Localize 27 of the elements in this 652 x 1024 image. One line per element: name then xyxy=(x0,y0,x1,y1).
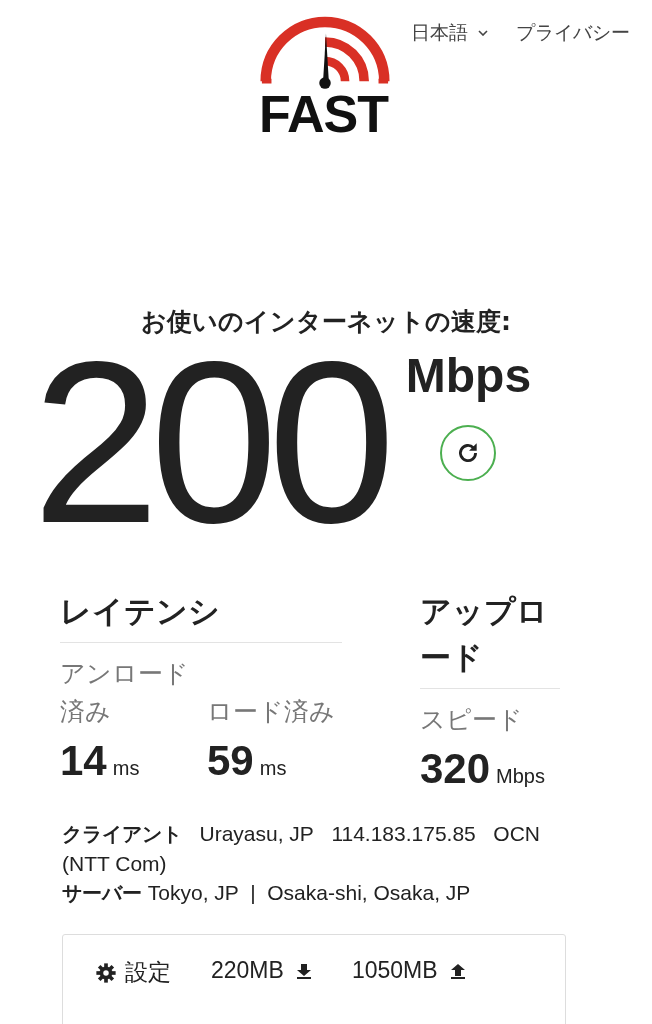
metric-label: ロード済み xyxy=(207,696,336,728)
metric-unit: ms xyxy=(112,757,140,780)
settings-button[interactable]: 設定 xyxy=(95,957,171,988)
speedometer-icon xyxy=(260,16,390,89)
metric-unit: Mbps xyxy=(496,765,545,788)
download-icon xyxy=(295,961,312,980)
metric-value: 14 xyxy=(60,737,107,785)
server-info: サーバー Tokyo, JP | Osaka-shi, Osaka, JP xyxy=(62,880,472,907)
logo-text: FAST xyxy=(259,88,388,140)
speed-unit: Mbps xyxy=(405,348,532,403)
gear-icon xyxy=(95,961,117,984)
caret-icon xyxy=(478,30,488,36)
metric-label: スピード xyxy=(420,704,524,736)
upload-icon xyxy=(449,961,466,980)
speed-caption: お使いのインターネットの速度: xyxy=(140,306,512,338)
upload-size: 1050MB xyxy=(351,957,438,984)
metric-value: 320 xyxy=(420,745,491,793)
language-menu[interactable]: 日本語 xyxy=(411,20,488,46)
privacy-link[interactable]: プライバシー xyxy=(516,20,630,46)
metric-unit: ms xyxy=(259,757,287,780)
client-info: クライアント Urayasu, JP 114.183.175.85 OCN (NTT Com) xyxy=(62,821,541,877)
speed-value: 200 xyxy=(32,338,386,548)
latency-title: レイテンシ xyxy=(60,588,342,643)
upload-title: アップロード xyxy=(420,588,560,689)
metric-label: アンロード済み xyxy=(60,658,190,728)
download-size: 220MB xyxy=(211,957,284,984)
metric-value: 59 xyxy=(207,737,254,785)
